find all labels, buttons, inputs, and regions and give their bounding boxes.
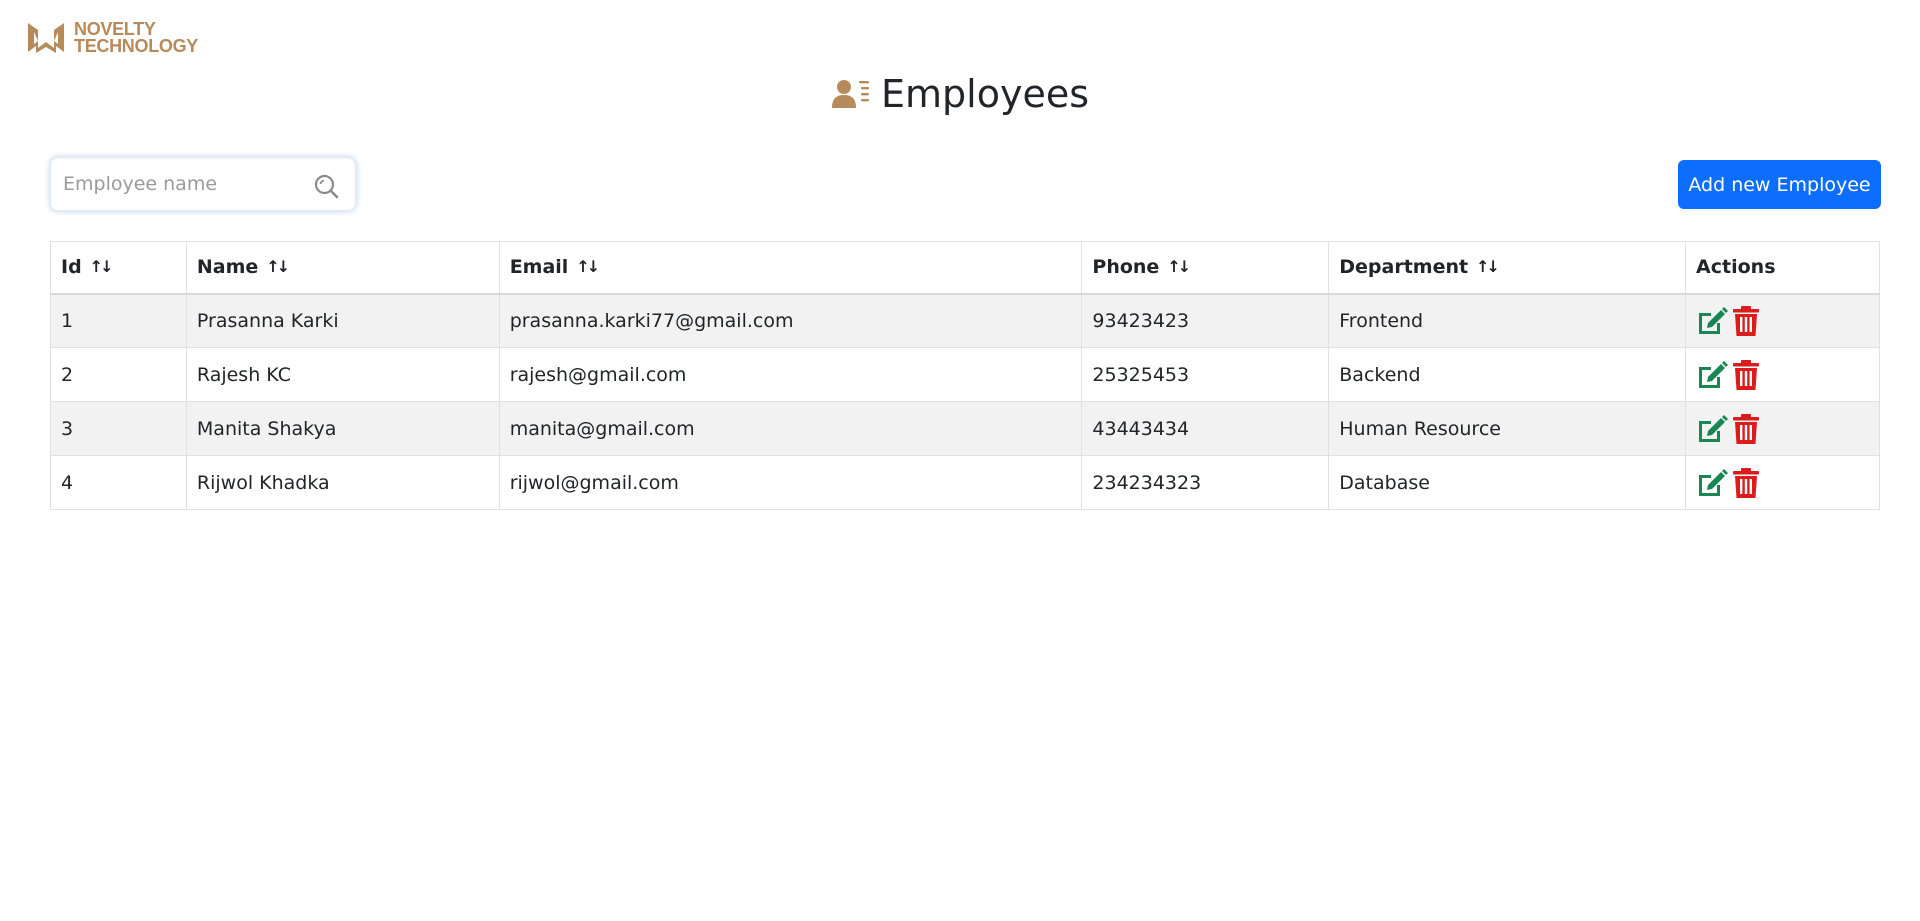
employees-list-icon [832,80,869,108]
sort-icon[interactable]: ↑↓ [1167,257,1191,276]
cell-email: rijwol@gmail.com [498,455,1083,510]
page-title: Employees [881,72,1089,116]
sort-icon[interactable]: ↑↓ [576,257,600,276]
cell-name: Rajesh KC [185,347,500,402]
page-header: Employees [0,68,1920,120]
column-header-name[interactable]: Name ↑↓ [185,241,500,295]
column-header-label: Id [61,256,82,279]
add-employee-button[interactable]: Add new Employee [1678,160,1881,209]
cell-phone: 234234323 [1081,455,1330,510]
employees-table: Id ↑↓ Name ↑↓ Email ↑↓ Phone ↑↓ Department ↑↓… [50,241,1880,510]
cell-id: 3 [50,401,187,456]
cell-actions [1685,293,1880,348]
cell-id: 2 [50,347,187,402]
sort-icon[interactable]: ↑↓ [90,257,114,276]
column-header-department[interactable]: Department ↑↓ [1328,241,1687,295]
cell-email: prasanna.karki77@gmail.com [498,293,1083,348]
trash-icon[interactable] [1730,359,1762,391]
sort-icon[interactable]: ↑↓ [266,257,290,276]
brand-name: NOVELTY TECHNOLOGY [74,20,199,56]
cell-department: Backend [1328,347,1687,402]
column-header-label: Actions [1696,256,1776,279]
cell-email: rajesh@gmail.com [498,347,1083,402]
search-box [50,157,356,211]
trash-icon[interactable] [1730,467,1762,499]
table-row: 1 Prasanna Karki prasanna.karki77@gmail.… [50,293,1880,348]
table-header-row: Id ↑↓ Name ↑↓ Email ↑↓ Phone ↑↓ Department ↑↓… [50,241,1880,295]
cell-name: Manita Shakya [185,401,500,456]
column-header-phone[interactable]: Phone ↑↓ [1081,241,1330,295]
cell-department: Frontend [1328,293,1687,348]
cell-name: Rijwol Khadka [185,455,500,510]
cell-phone: 43443434 [1081,401,1330,456]
employees-table-container: Id ↑↓ Name ↑↓ Email ↑↓ Phone ↑↓ Department ↑↓… [50,241,1880,510]
column-header-id[interactable]: Id ↑↓ [50,241,187,295]
cell-id: 1 [50,293,187,348]
cell-email: manita@gmail.com [498,401,1083,456]
column-header-actions: Actions [1685,241,1880,295]
cell-actions [1685,401,1880,456]
brand-logo[interactable]: NOVELTY TECHNOLOGY [26,20,198,56]
column-header-email[interactable]: Email ↑↓ [498,241,1083,295]
edit-icon[interactable] [1696,359,1729,391]
trash-icon[interactable] [1730,305,1762,337]
sort-icon[interactable]: ↑↓ [1476,257,1500,276]
cell-actions [1685,455,1880,510]
table-row: 4 Rijwol Khadka rijwol@gmail.com 2342343… [50,455,1880,510]
trash-icon[interactable] [1730,413,1762,445]
brand-line-2: TECHNOLOGY [74,36,199,56]
cell-department: Database [1328,455,1687,510]
cell-phone: 25325453 [1081,347,1330,402]
table-row: 2 Rajesh KC rajesh@gmail.com 25325453 Ba… [50,347,1880,402]
edit-icon[interactable] [1696,305,1729,337]
column-header-label: Department [1339,256,1469,279]
edit-icon[interactable] [1696,467,1729,499]
cell-department: Human Resource [1328,401,1687,456]
cell-actions [1685,347,1880,402]
cell-phone: 93423423 [1081,293,1330,348]
column-header-label: Phone [1092,256,1160,279]
search-icon[interactable] [313,173,339,199]
search-input[interactable] [51,158,303,210]
column-header-label: Email [509,256,569,279]
cell-id: 4 [50,455,187,510]
cell-name: Prasanna Karki [185,293,500,348]
edit-icon[interactable] [1696,413,1729,445]
novelty-logo-mark-icon [28,23,64,53]
column-header-label: Name [196,256,259,279]
table-row: 3 Manita Shakya manita@gmail.com 4344343… [50,401,1880,456]
